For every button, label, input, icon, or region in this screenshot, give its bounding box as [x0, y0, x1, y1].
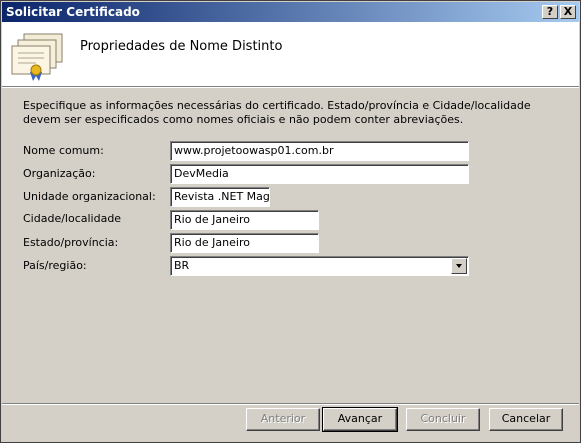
dialog-window: Solicitar Certificado ? X Propriedades d…	[0, 0, 581, 443]
pais-label: País/região:	[23, 259, 87, 272]
pais-value: BR	[174, 259, 190, 272]
pais-select[interactable]: BR	[170, 256, 469, 276]
anterior-button[interactable]: Anterior	[246, 408, 320, 431]
concluir-button[interactable]: Concluir	[406, 408, 480, 431]
title-bar[interactable]: Solicitar Certificado ? X	[2, 2, 579, 22]
cancelar-label: Cancelar	[501, 412, 551, 425]
cidade-field[interactable]: Rio de Janeiro	[170, 210, 319, 230]
footer-divider-highlight	[2, 404, 579, 405]
header-divider-highlight	[2, 87, 579, 88]
certificate-icon	[11, 33, 63, 81]
instructions-text: Especifique as informações necessárias d…	[23, 99, 531, 126]
unidade-label: Unidade organizacional:	[23, 190, 156, 203]
help-button[interactable]: ?	[542, 5, 558, 19]
estado-label: Estado/província:	[23, 236, 119, 249]
close-button[interactable]: X	[560, 5, 576, 19]
window-title: Solicitar Certificado	[6, 5, 140, 19]
organizacao-label: Organização:	[23, 167, 96, 180]
avancar-button[interactable]: Avançar	[322, 407, 398, 432]
anterior-label: Anterior	[260, 412, 306, 425]
avancar-label: Avançar	[337, 412, 383, 425]
concluir-label: Concluir	[420, 412, 466, 425]
page-title: Propriedades de Nome Distinto	[80, 39, 283, 54]
estado-field[interactable]: Rio de Janeiro	[170, 233, 319, 253]
unidade-field[interactable]: Revista .NET Magaz	[170, 187, 270, 207]
nome-comum-field[interactable]: www.projetoowasp01.com.br	[170, 141, 469, 161]
organizacao-field[interactable]: DevMedia	[170, 164, 469, 184]
wizard-header: Propriedades de Nome Distinto	[2, 22, 579, 86]
cidade-label: Cidade/localidade	[23, 212, 122, 225]
chevron-down-icon[interactable]	[451, 258, 467, 274]
nome-comum-label: Nome comum:	[23, 144, 104, 157]
cancelar-button[interactable]: Cancelar	[489, 408, 563, 431]
